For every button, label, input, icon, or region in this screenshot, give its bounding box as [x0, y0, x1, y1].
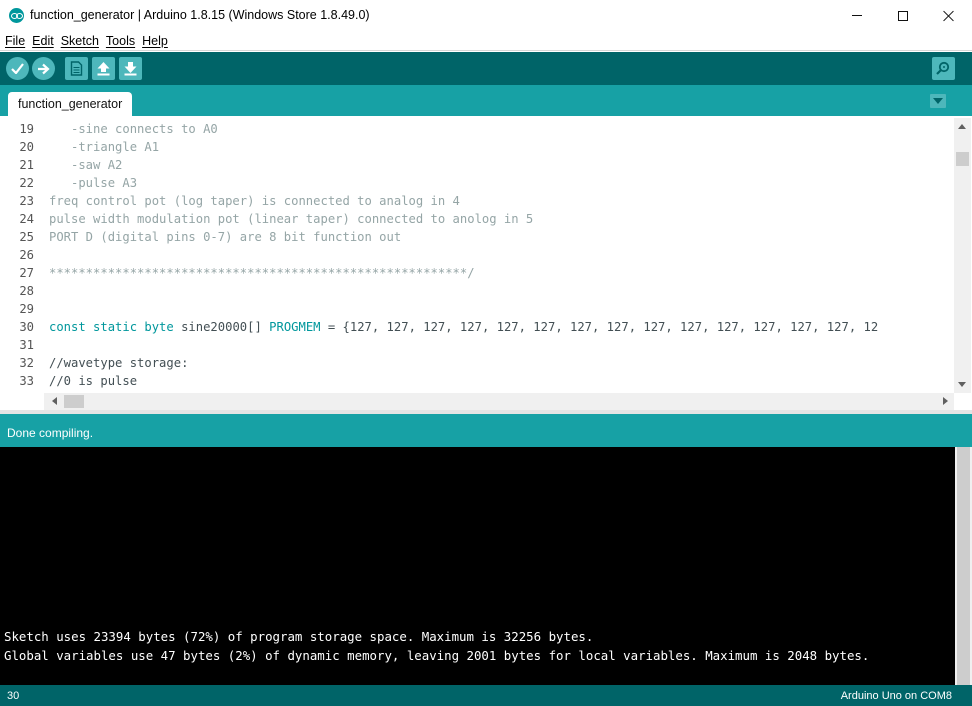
code-text: -pulse A3 — [49, 176, 138, 190]
status-message: Done compiling. — [7, 426, 94, 440]
open-button[interactable] — [92, 57, 115, 80]
console-scrollbar[interactable] — [955, 447, 972, 685]
line-number: 24 — [19, 212, 34, 226]
code-line: 23 freq control pot (log taper) is connec… — [0, 192, 954, 210]
tab-function-generator[interactable]: function_generator — [8, 92, 133, 116]
code-line: 21 -saw A2 — [0, 156, 954, 174]
tab-strip: function_generator — [0, 85, 972, 116]
code-line: 29 — [0, 300, 954, 318]
code-line-current: 30 const static byte sine20000[] PROGMEM … — [0, 318, 954, 336]
scroll-left-icon[interactable] — [52, 397, 57, 405]
close-button[interactable] — [926, 0, 972, 31]
minimize-button[interactable] — [834, 0, 880, 31]
code-line: 19 -sine connects to A0 — [0, 120, 954, 138]
menu-tools[interactable]: Tools — [103, 34, 138, 48]
scroll-down-icon[interactable] — [958, 382, 966, 387]
verify-icon — [11, 63, 24, 74]
code-text: const static byte sine20000[] PROGMEM = … — [49, 318, 878, 336]
footer-bar: 30 Arduino Uno on COM8 — [0, 685, 972, 706]
serial-monitor-button[interactable] — [932, 57, 955, 80]
line-number: 30 — [19, 320, 34, 334]
line-number: 33 — [19, 374, 34, 388]
menu-edit[interactable]: Edit — [29, 34, 57, 48]
code-text: PORT D (digital pins 0-7) are 8 bit func… — [49, 230, 402, 244]
code-line: 24 pulse width modulation pot (linear tap… — [0, 210, 954, 228]
code-text: -sine connects to A0 — [49, 122, 218, 136]
serial-monitor-icon — [936, 61, 950, 75]
editor-vertical-scrollbar[interactable] — [954, 118, 971, 393]
code-line: 28 — [0, 282, 954, 300]
line-number: 21 — [19, 158, 34, 172]
line-number: 28 — [19, 284, 34, 298]
code-line: 31 — [0, 336, 954, 354]
upload-button[interactable] — [32, 57, 55, 80]
current-line-number: 30 — [7, 690, 20, 702]
line-number: 19 — [19, 122, 34, 136]
keyword-token: PROGMEM — [269, 320, 321, 334]
new-file-icon — [70, 61, 83, 76]
tab-menu-button[interactable] — [930, 94, 946, 108]
line-number: 22 — [19, 176, 34, 190]
code-line: 27 **************************************… — [0, 264, 954, 282]
identifier-token: sine20000[] — [173, 320, 270, 334]
maximize-icon — [898, 10, 908, 21]
scroll-thumb[interactable] — [956, 152, 969, 166]
save-icon — [124, 62, 137, 76]
line-number: 32 — [19, 356, 34, 370]
upload-icon — [38, 63, 50, 74]
window-title: function_generator | Arduino 1.8.15 (Win… — [30, 8, 370, 22]
code-text: //0 is pulse — [49, 374, 138, 388]
scroll-up-icon[interactable] — [958, 124, 966, 129]
toolbar — [0, 52, 972, 85]
code-lines: 19 -sine connects to A0 20 -triangle A1 … — [0, 120, 954, 390]
code-line: 22 -pulse A3 — [0, 174, 954, 192]
code-text: -triangle A1 — [49, 140, 160, 154]
code-text: -saw A2 — [49, 158, 123, 172]
maximize-button[interactable] — [880, 0, 926, 31]
scroll-thumb[interactable] — [957, 447, 970, 685]
menu-help[interactable]: Help — [139, 34, 171, 48]
editor-horizontal-scrollbar[interactable] — [44, 393, 954, 410]
code-editor[interactable]: 19 -sine connects to A0 20 -triangle A1 … — [0, 118, 972, 393]
code-line: 25 PORT D (digital pins 0-7) are 8 bit fu… — [0, 228, 954, 246]
console-line: Sketch uses 23394 bytes (72%) of program… — [4, 629, 594, 644]
code-text: //wavetype storage: — [49, 356, 189, 370]
console-line: Global variables use 47 bytes (2%) of dy… — [4, 648, 870, 663]
code-line: 26 — [0, 246, 954, 264]
line-number: 23 — [19, 194, 34, 208]
menu-bar: File Edit Sketch Tools Help — [0, 31, 972, 51]
line-number: 31 — [19, 338, 34, 352]
close-icon — [943, 10, 955, 22]
code-text: pulse width modulation pot (linear taper… — [49, 212, 534, 226]
code-line: 32 //wavetype storage: — [0, 354, 954, 372]
code-text: freq control pot (log taper) is connecte… — [49, 194, 460, 208]
arduino-logo-icon — [9, 8, 24, 23]
verify-button[interactable] — [6, 57, 29, 80]
console-lines: Sketch uses 23394 bytes (72%) of program… — [4, 627, 869, 665]
line-number: 25 — [19, 230, 34, 244]
scroll-right-icon[interactable] — [943, 397, 948, 405]
keyword-token: const static byte — [49, 320, 174, 334]
array-values-token: = {127, 127, 127, 127, 127, 127, 127, 12… — [320, 320, 879, 334]
status-bar: Done compiling. — [0, 414, 972, 447]
open-icon — [97, 62, 110, 76]
menu-file[interactable]: File — [2, 34, 28, 48]
chevron-down-icon — [933, 98, 943, 104]
line-number: 27 — [19, 266, 34, 280]
minimize-icon — [852, 15, 862, 16]
code-line: 33 //0 is pulse — [0, 372, 954, 390]
save-button[interactable] — [119, 57, 142, 80]
title-bar: function_generator | Arduino 1.8.15 (Win… — [0, 0, 972, 31]
menu-sketch[interactable]: Sketch — [58, 34, 102, 48]
line-number: 20 — [19, 140, 34, 154]
board-port-label: Arduino Uno on COM8 — [840, 690, 952, 702]
code-text: ****************************************… — [49, 266, 475, 280]
line-number: 29 — [19, 302, 34, 316]
new-button[interactable] — [65, 57, 88, 80]
scroll-thumb[interactable] — [64, 395, 84, 408]
line-number: 26 — [19, 248, 34, 262]
code-line: 20 -triangle A1 — [0, 138, 954, 156]
console-output[interactable]: Sketch uses 23394 bytes (72%) of program… — [0, 447, 955, 685]
